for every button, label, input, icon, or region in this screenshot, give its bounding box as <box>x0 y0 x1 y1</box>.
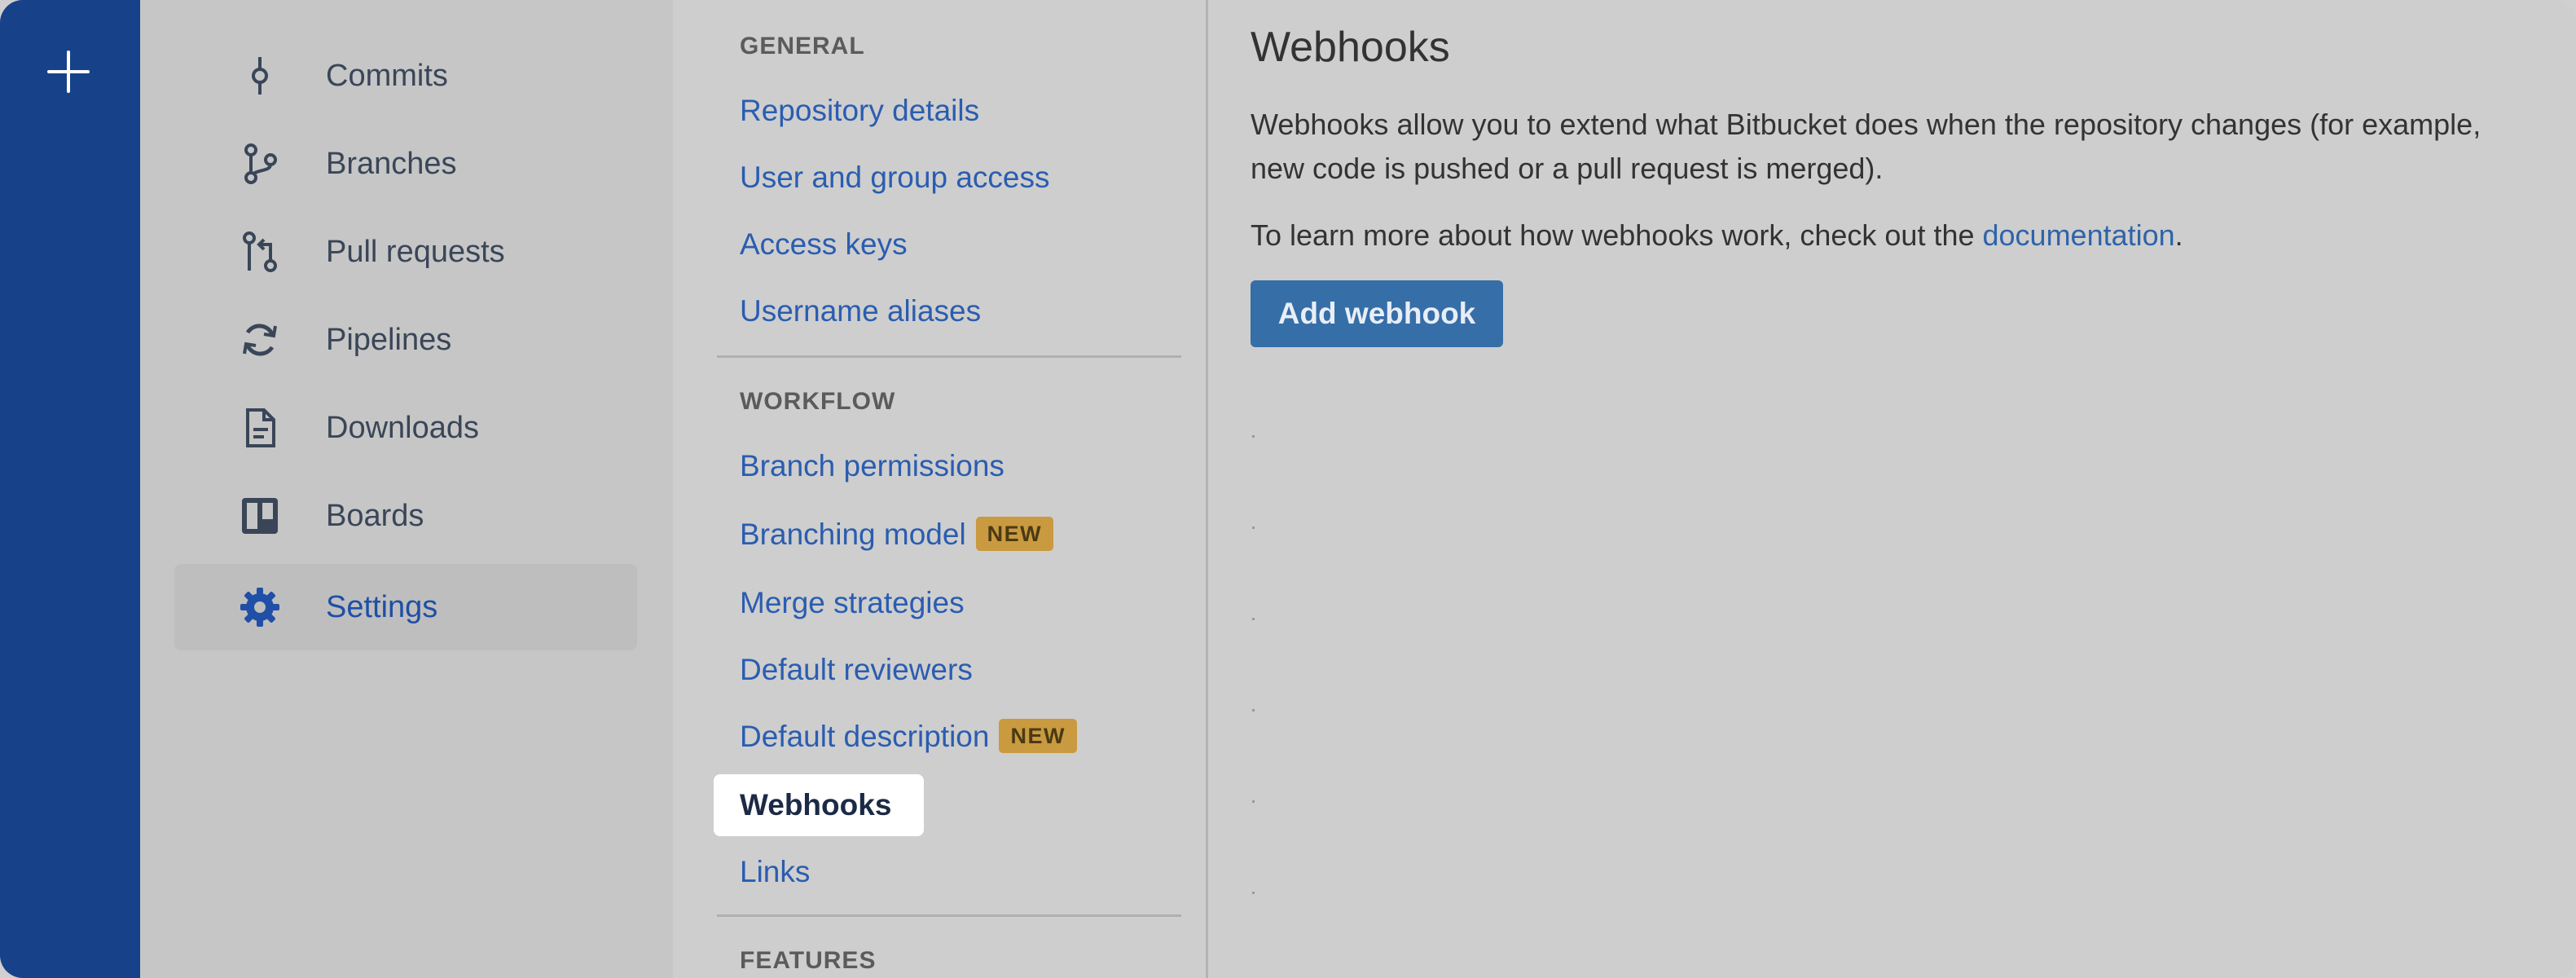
sidebar-item-label: Boards <box>326 499 424 533</box>
sidebar-item-pipelines[interactable]: Pipelines <box>174 297 637 383</box>
settings-link-label: Default description <box>740 720 990 753</box>
pipelines-icon <box>243 324 277 356</box>
settings-link-merge-strategies[interactable]: Merge strategies <box>740 579 965 628</box>
sidebar-item-label: Pipelines <box>326 323 452 357</box>
settings-link-label: Default reviewers <box>740 653 973 686</box>
settings-link-user-and-group-access[interactable]: User and group access <box>740 153 1049 202</box>
gear-icon <box>240 588 279 627</box>
sidebar-item-downloads[interactable]: Downloads <box>174 385 637 471</box>
placeholder-dot <box>1252 526 1255 529</box>
placeholder-dot <box>1252 800 1255 803</box>
repo-sidebar: Commits Branches Pull requests Pipelines… <box>140 0 673 978</box>
sidebar-item-commits[interactable]: Commits <box>174 33 637 119</box>
placeholder-dot <box>1252 709 1255 711</box>
new-badge: NEW <box>999 719 1077 754</box>
add-webhook-button[interactable]: Add webhook <box>1251 280 1503 347</box>
settings-link-label: Merge strategies <box>740 586 965 619</box>
sidebar-item-label: Pull requests <box>326 235 505 269</box>
section-divider <box>717 355 1181 358</box>
section-heading-general: GENERAL <box>740 33 865 59</box>
sidebar-item-label: Settings <box>326 590 438 624</box>
placeholder-dot <box>1252 618 1255 620</box>
learn-more-prefix: To learn more about how webhooks work, c… <box>1251 218 1983 252</box>
commit-icon <box>252 57 268 95</box>
settings-nav: GENERAL Repository details User and grou… <box>673 0 1208 978</box>
sidebar-item-pull-requests[interactable]: Pull requests <box>174 209 637 295</box>
settings-link-default-description[interactable]: Default description NEW <box>740 712 1077 761</box>
settings-link-default-reviewers[interactable]: Default reviewers <box>740 645 973 694</box>
settings-link-label: Links <box>740 855 811 888</box>
sidebar-item-label: Branches <box>326 147 457 181</box>
learn-more-suffix: . <box>2174 218 2183 252</box>
settings-link-repository-details[interactable]: Repository details <box>740 86 979 135</box>
settings-link-label: Branch permissions <box>740 449 1004 482</box>
downloads-icon <box>246 408 275 447</box>
settings-link-links[interactable]: Links <box>740 848 810 896</box>
settings-link-branching-model[interactable]: Branching model NEW <box>740 510 1054 559</box>
settings-link-label: Branching model <box>740 518 966 551</box>
pull-request-icon <box>243 231 277 272</box>
section-heading-workflow: WORKFLOW <box>740 388 896 415</box>
new-badge: NEW <box>975 517 1054 552</box>
placeholder-dot <box>1252 892 1255 894</box>
sidebar-item-branches[interactable]: Branches <box>174 121 637 207</box>
global-nav-partial-icon[interactable] <box>62 0 95 3</box>
settings-link-branch-permissions[interactable]: Branch permissions <box>740 442 1004 491</box>
sidebar-item-settings[interactable]: Settings <box>174 564 637 650</box>
documentation-link[interactable]: documentation <box>1983 218 2175 252</box>
sidebar-item-boards[interactable]: Boards <box>174 473 637 559</box>
learn-more-text: To learn more about how webhooks work, c… <box>1251 214 2489 258</box>
webhooks-description: Webhooks allow you to extend what Bitbuc… <box>1251 108 2481 185</box>
sidebar-item-label: Commits <box>326 59 448 93</box>
global-nav <box>0 0 140 978</box>
branch-icon <box>244 143 277 184</box>
page-title: Webhooks <box>1251 24 1450 71</box>
section-heading-features: FEATURES <box>740 947 877 974</box>
settings-link-username-aliases[interactable]: Username aliases <box>740 287 981 336</box>
settings-link-webhooks[interactable]: Webhooks <box>714 774 925 836</box>
app-window: Commits Branches Pull requests Pipelines… <box>0 0 2576 978</box>
placeholder-dot <box>1252 435 1255 438</box>
sidebar-item-label: Downloads <box>326 411 479 445</box>
boards-icon <box>242 498 278 534</box>
settings-link-access-keys[interactable]: Access keys <box>740 220 908 269</box>
main-content: Webhooks Webhooks allow you to extend wh… <box>1208 0 2576 978</box>
settings-link-label: Webhooks <box>740 788 892 822</box>
section-divider <box>717 914 1181 917</box>
plus-icon[interactable] <box>42 46 95 98</box>
